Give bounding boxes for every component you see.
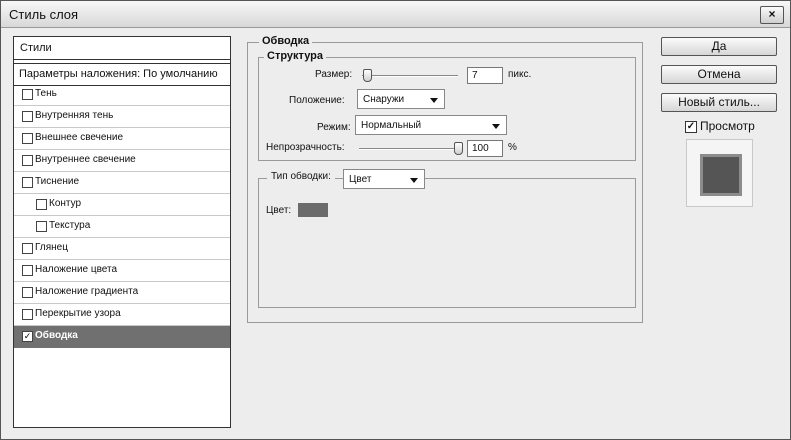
size-slider-thumb[interactable]: [363, 69, 372, 82]
title-bar: Стиль слоя ×: [1, 1, 790, 28]
window-title: Стиль слоя: [9, 7, 79, 22]
style-item-label: Текстура: [49, 220, 91, 231]
position-value: Снаружи: [363, 94, 405, 105]
blend-mode-value: Нормальный: [361, 120, 422, 131]
opacity-value: 100: [472, 143, 489, 154]
styles-header-label: Стили: [20, 42, 52, 54]
new-style-button[interactable]: Новый стиль...: [661, 93, 777, 112]
position-select[interactable]: Снаружи: [357, 89, 445, 109]
style-item[interactable]: Контур: [14, 194, 230, 216]
style-checkbox[interactable]: [22, 133, 33, 144]
style-item-label: Тиснение: [35, 176, 80, 187]
style-item[interactable]: Тень: [14, 84, 230, 106]
close-button[interactable]: ×: [760, 6, 784, 24]
structure-group: Структура Размер: 7 пикс. Положение: Сна…: [258, 50, 636, 161]
preview-checkbox[interactable]: ✓: [685, 121, 697, 133]
close-icon: ×: [768, 7, 776, 21]
style-item-label: Наложение градиента: [35, 286, 139, 297]
chevron-down-icon: [430, 98, 438, 103]
cancel-button[interactable]: Отмена: [661, 65, 777, 84]
style-item-label: Контур: [49, 198, 82, 209]
blending-options-item[interactable]: Параметры наложения: По умолчанию: [14, 63, 230, 86]
chevron-down-icon: [410, 178, 418, 183]
ok-button[interactable]: Да: [661, 37, 777, 56]
style-item[interactable]: Внутренняя тень: [14, 106, 230, 128]
style-checkbox[interactable]: ✓: [22, 331, 33, 342]
fill-type-group: Тип обводки: Цвет Цвет:: [258, 169, 636, 308]
fill-type-select[interactable]: Цвет: [343, 169, 425, 189]
style-checkbox[interactable]: [36, 221, 47, 232]
style-item[interactable]: Текстура: [14, 216, 230, 238]
preview-swatch: [700, 154, 742, 196]
style-item-label: Внешнее свечение: [35, 132, 124, 143]
style-item-label: Наложение цвета: [35, 264, 118, 275]
style-item[interactable]: Внутреннее свечение: [14, 150, 230, 172]
size-unit: пикс.: [508, 69, 532, 80]
position-label: Положение:: [289, 95, 345, 106]
style-checkbox[interactable]: [36, 199, 47, 210]
chevron-down-icon: [492, 124, 500, 129]
style-item-label: Внутреннее свечение: [35, 154, 136, 165]
style-item[interactable]: Наложение цвета: [14, 260, 230, 282]
size-input[interactable]: 7: [467, 67, 503, 84]
opacity-label: Непрозрачность:: [266, 142, 345, 153]
stroke-group: Обводка Структура Размер: 7 пикс. Положе…: [247, 35, 643, 323]
style-checkbox[interactable]: [22, 243, 33, 254]
blend-mode-select[interactable]: Нормальный: [355, 115, 507, 135]
preview-label: Просмотр: [700, 119, 755, 133]
stroke-group-title: Обводка: [259, 35, 313, 47]
style-checkbox[interactable]: [22, 287, 33, 298]
style-item[interactable]: Тиснение: [14, 172, 230, 194]
style-checkbox[interactable]: [22, 89, 33, 100]
color-swatch[interactable]: [298, 203, 328, 217]
style-checkbox[interactable]: [22, 309, 33, 320]
style-checkbox[interactable]: [22, 177, 33, 188]
opacity-input[interactable]: 100: [467, 140, 503, 157]
checkmark-icon: ✓: [686, 121, 696, 132]
style-item[interactable]: Перекрытие узора: [14, 304, 230, 326]
opacity-slider-thumb[interactable]: [454, 142, 463, 155]
blending-options-label: Параметры наложения: По умолчанию: [19, 68, 218, 80]
opacity-unit: %: [508, 142, 517, 153]
style-checkbox[interactable]: [22, 265, 33, 276]
size-value: 7: [472, 70, 478, 81]
styles-header[interactable]: Стили: [14, 37, 230, 60]
style-item[interactable]: Глянец: [14, 238, 230, 260]
fill-type-value: Цвет: [349, 174, 372, 185]
style-item-label: Внутренняя тень: [35, 110, 114, 121]
style-item-label: Перекрытие узора: [35, 308, 121, 319]
opacity-slider[interactable]: [359, 148, 460, 150]
structure-group-title: Структура: [264, 50, 326, 62]
style-item[interactable]: Наложение градиента: [14, 282, 230, 304]
style-item[interactable]: ✓ Обводка: [14, 326, 230, 348]
fill-type-legend: Тип обводки:: [267, 170, 335, 182]
mode-label: Режим:: [317, 122, 351, 133]
style-checkbox[interactable]: [22, 155, 33, 166]
style-preview: [686, 139, 753, 207]
style-item-label: Тень: [35, 88, 57, 99]
layer-style-dialog: Стиль слоя × Стили Параметры наложения: …: [0, 0, 791, 440]
style-checkbox[interactable]: [22, 111, 33, 122]
fill-type-label: Тип обводки:: [271, 171, 331, 182]
style-item-label: Обводка: [35, 330, 78, 341]
size-slider[interactable]: [362, 75, 458, 77]
style-item-label: Глянец: [35, 242, 68, 253]
size-label: Размер:: [315, 69, 353, 80]
styles-panel: Стили Параметры наложения: По умолчанию …: [13, 36, 231, 428]
style-item[interactable]: Внешнее свечение: [14, 128, 230, 150]
color-label: Цвет:: [266, 205, 292, 216]
